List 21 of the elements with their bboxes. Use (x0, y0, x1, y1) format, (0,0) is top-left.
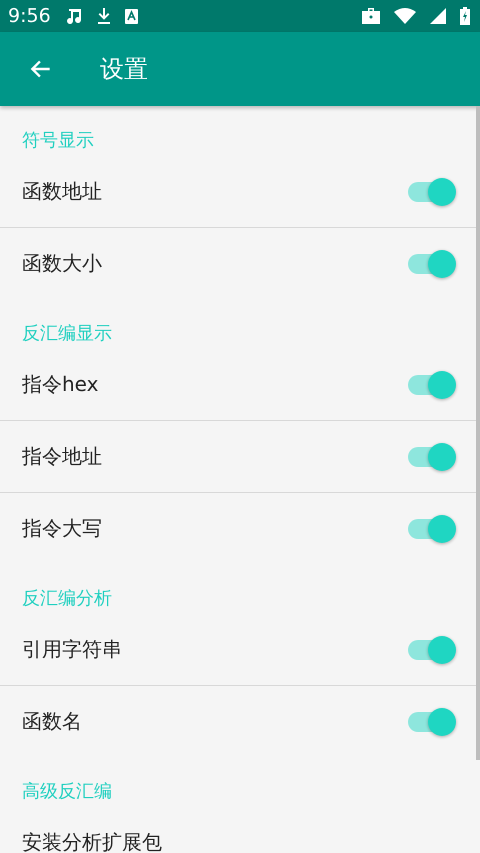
setting-label[interactable]: 函数地址 (22, 178, 408, 205)
music-note-icon (64, 7, 83, 25)
section-header: 符号显示 (21, 129, 95, 153)
section-header: 反汇编显示 (21, 322, 113, 346)
briefcase-icon (362, 8, 380, 24)
setting-label[interactable]: 指令地址 (22, 443, 408, 470)
wifi-icon (394, 8, 416, 24)
setting-label[interactable]: 指令大写 (22, 515, 408, 542)
battery-icon (460, 7, 470, 25)
signal-icon (430, 8, 446, 24)
setting-label[interactable]: 引用字符串 (22, 636, 408, 663)
section-header: 高级反汇编 (21, 780, 113, 804)
setting-label[interactable]: 安装分析扩展包 (22, 829, 454, 853)
screen-title: 设置 (100, 54, 148, 85)
section-header: 反汇编分析 (21, 587, 113, 611)
setting-label[interactable]: 函数名 (22, 708, 408, 735)
app-notification-icon (124, 8, 138, 24)
setting-label[interactable]: 函数大小 (22, 250, 408, 277)
download-icon (96, 7, 111, 25)
status-time: 9:56 (8, 5, 51, 27)
setting-label[interactable]: 指令hex (22, 371, 408, 398)
